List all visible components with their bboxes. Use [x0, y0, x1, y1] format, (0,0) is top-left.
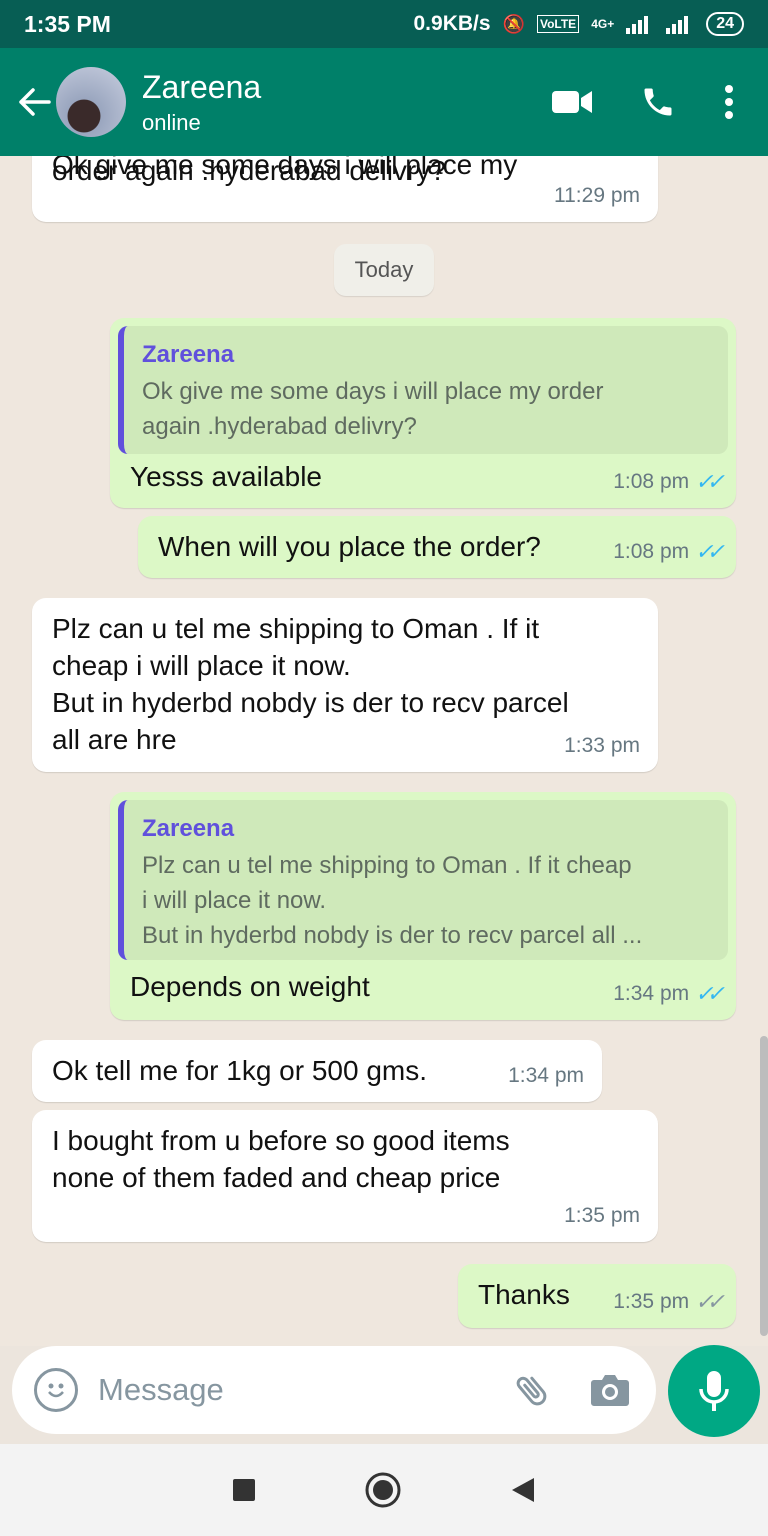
avatar[interactable] [56, 67, 126, 137]
quoted-message[interactable]: Zareena Ok give me some days i will plac… [118, 326, 728, 454]
message-line: none of them faded and cheap price [52, 1162, 501, 1193]
message-text: Ok tell me for 1kg or 500 gms. [52, 1055, 428, 1086]
status-icons: 0.9KB/s 🔕 VoLTE 4G+ 24 [413, 12, 744, 36]
read-ticks-icon: ✓✓ [695, 539, 725, 564]
message-outgoing[interactable]: Thanks 1:35 pm ✓✓ [458, 1264, 736, 1328]
mute-icon: 🔕 [502, 13, 525, 34]
message-incoming[interactable]: Ok give me some days i will place my ord… [32, 156, 658, 222]
message-outgoing[interactable]: Zareena Ok give me some days i will plac… [110, 318, 736, 508]
net-speed: 0.9KB/s [413, 12, 491, 35]
message-time: 1:08 pm [613, 540, 690, 563]
contact-name: Zareena [142, 68, 262, 105]
message-incoming[interactable]: Ok tell me for 1kg or 500 gms. 1:34 pm [32, 1040, 602, 1102]
network-type: 4G+ [591, 17, 615, 31]
signal-icon-2 [666, 16, 689, 34]
contact-status: online [142, 109, 201, 135]
quote-line: again .hyderabad delivry? [142, 413, 417, 440]
chat-header: Zareena online [0, 48, 768, 156]
message-incoming[interactable]: Plz can u tel me shipping to Oman . If i… [32, 598, 658, 772]
video-call-icon[interactable] [552, 89, 592, 115]
message-text: When will you place the order? [158, 531, 541, 562]
delivered-ticks-icon: ✓✓ [695, 1289, 725, 1314]
message-composer[interactable]: Message [12, 1346, 656, 1434]
battery-indicator: 24 [706, 12, 744, 36]
system-nav-bar [0, 1444, 768, 1536]
message-time: 1:35 pm [613, 1290, 690, 1313]
chat-area[interactable]: Ok give me some days i will place my ord… [0, 156, 768, 1346]
home-button-icon[interactable] [364, 1471, 402, 1509]
message-line: I bought from u before so good items [52, 1125, 510, 1156]
quote-line: Ok give me some days i will place my ord… [142, 378, 604, 405]
signal-icon [626, 16, 649, 34]
message-line: Plz can u tel me shipping to Oman . If i… [52, 613, 540, 644]
message-line: But in hyderbd nobdy is der to recv parc… [52, 687, 569, 718]
message-outgoing[interactable]: When will you place the order? 1:08 pm ✓✓ [138, 516, 736, 578]
message-text: Yesss available [130, 461, 322, 492]
contact-info[interactable]: Zareena online [142, 69, 261, 136]
message-time: 1:33 pm [564, 734, 640, 757]
quote-sender: Zareena [142, 341, 235, 368]
recents-button-icon[interactable] [232, 1478, 256, 1502]
message-text: Depends on weight [130, 971, 370, 1002]
mic-button[interactable] [668, 1345, 760, 1437]
read-ticks-icon: ✓✓ [695, 981, 725, 1006]
more-options-icon[interactable] [724, 85, 734, 119]
back-arrow-icon[interactable] [10, 78, 58, 126]
message-time: 1:34 pm [508, 1064, 584, 1087]
message-line: cheap i will place it now. [52, 650, 351, 681]
message-text: order again .hyderabad delivry? [52, 156, 446, 186]
status-time: 1:35 PM [24, 10, 111, 37]
attach-icon[interactable] [512, 1370, 552, 1410]
message-text: Thanks [478, 1279, 570, 1310]
emoji-icon[interactable] [34, 1368, 78, 1412]
read-ticks-icon: ✓✓ [695, 469, 725, 494]
message-line: all are hre [52, 724, 177, 755]
camera-icon[interactable] [590, 1372, 630, 1408]
quote-line: But in hyderbd nobdy is der to recv parc… [142, 922, 643, 949]
message-incoming[interactable]: I bought from u before so good items non… [32, 1110, 658, 1242]
scrollbar[interactable] [760, 1036, 768, 1336]
quoted-message[interactable]: Zareena Plz can u tel me shipping to Oma… [118, 800, 728, 960]
message-time: 1:35 pm [564, 1204, 640, 1227]
back-button-icon[interactable] [510, 1476, 536, 1504]
quote-sender: Zareena [142, 815, 235, 842]
message-time: 11:29 pm [554, 184, 640, 207]
quote-line: Plz can u tel me shipping to Oman . If i… [142, 852, 632, 879]
day-divider: Today [334, 244, 434, 296]
mic-icon [699, 1371, 729, 1411]
status-bar: 1:35 PM 0.9KB/s 🔕 VoLTE 4G+ 24 [0, 0, 768, 48]
volte-icon: VoLTE [536, 15, 580, 33]
voice-call-icon[interactable] [640, 84, 676, 120]
quote-line: i will place it now. [142, 887, 327, 914]
message-outgoing[interactable]: Zareena Plz can u tel me shipping to Oma… [110, 792, 736, 1020]
message-time: 1:34 pm [613, 982, 690, 1005]
message-time: 1:08 pm [613, 470, 690, 493]
message-input[interactable]: Message [98, 1372, 224, 1408]
